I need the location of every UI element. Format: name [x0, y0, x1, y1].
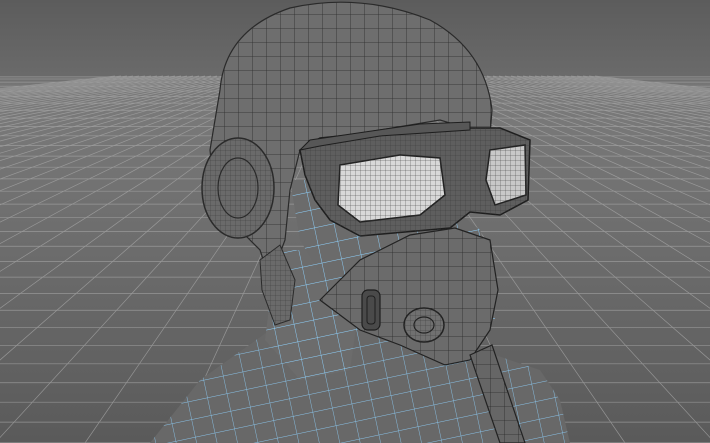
- ear-cup[interactable]: [201, 137, 275, 239]
- 3d-viewport[interactable]: [0, 0, 710, 443]
- respirator-valve[interactable]: [403, 307, 445, 343]
